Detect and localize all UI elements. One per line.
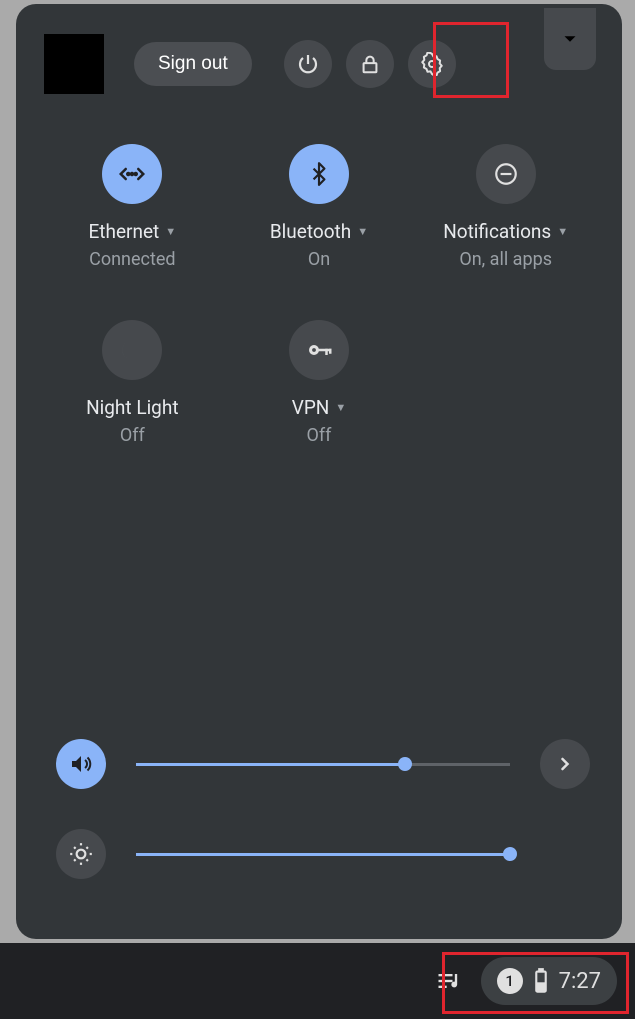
collapse-button[interactable]	[544, 8, 596, 70]
chevron-down-icon: ▼	[357, 225, 368, 238]
tile-bluetooth[interactable]: Bluetooth▼ On	[231, 144, 408, 270]
status-area[interactable]: 1 7:27	[481, 957, 617, 1005]
media-controls-button[interactable]	[427, 959, 471, 1003]
tile-status: Off	[120, 425, 145, 446]
tile-status: On	[308, 249, 330, 270]
tile-status: On, all apps	[459, 249, 552, 270]
taskbar: 1 7:27	[0, 943, 635, 1019]
night-light-icon	[102, 320, 162, 380]
notification-count-badge: 1	[497, 968, 523, 994]
volume-slider[interactable]	[136, 763, 510, 766]
brightness-slider[interactable]	[136, 853, 510, 856]
power-icon	[296, 52, 320, 76]
brightness-row	[56, 829, 590, 879]
tile-ethernet[interactable]: Ethernet▼ Connected	[44, 144, 221, 270]
header-row: Sign out	[44, 34, 594, 94]
tile-label: Ethernet▼	[88, 220, 176, 243]
tile-notifications[interactable]: Notifications▼ On, all apps	[417, 144, 594, 270]
brightness-button[interactable]	[56, 829, 106, 879]
chevron-down-icon: ▼	[557, 225, 568, 238]
quick-toggle-grid: Ethernet▼ Connected Bluetooth▼ On Notifi…	[44, 144, 594, 446]
tile-vpn[interactable]: VPN▼ Off	[231, 320, 408, 446]
clock: 7:27	[559, 969, 601, 994]
gear-icon	[420, 52, 444, 76]
tile-status: Off	[307, 425, 332, 446]
chevron-down-icon: ▼	[335, 401, 346, 414]
audio-settings-button[interactable]	[540, 739, 590, 789]
chevron-down-icon	[559, 28, 581, 50]
lock-icon	[359, 53, 381, 75]
vpn-key-icon	[289, 320, 349, 380]
tile-status: Connected	[89, 249, 175, 270]
tile-label: VPN▼	[292, 396, 347, 419]
settings-button[interactable]	[408, 40, 456, 88]
bluetooth-icon	[289, 144, 349, 204]
do-not-disturb-icon	[476, 144, 536, 204]
lock-button[interactable]	[346, 40, 394, 88]
sliders-area	[56, 739, 590, 879]
volume-row	[56, 739, 590, 789]
user-avatar[interactable]	[44, 34, 104, 94]
tile-night-light[interactable]: Night Light Off	[44, 320, 221, 446]
tile-label: Night Light	[86, 396, 178, 419]
tile-label: Notifications▼	[443, 220, 568, 243]
brightness-icon	[68, 841, 94, 867]
power-button[interactable]	[284, 40, 332, 88]
ethernet-icon	[102, 144, 162, 204]
music-queue-icon	[435, 967, 463, 995]
tile-label: Bluetooth▼	[270, 220, 368, 243]
chevron-right-icon	[555, 754, 575, 774]
volume-icon	[69, 752, 93, 776]
quick-settings-panel: Sign out Ethernet▼ Connected Bluetoo	[16, 4, 622, 939]
volume-button[interactable]	[56, 739, 106, 789]
chevron-down-icon: ▼	[165, 225, 176, 238]
battery-icon	[533, 968, 549, 994]
sign-out-button[interactable]: Sign out	[134, 42, 252, 86]
